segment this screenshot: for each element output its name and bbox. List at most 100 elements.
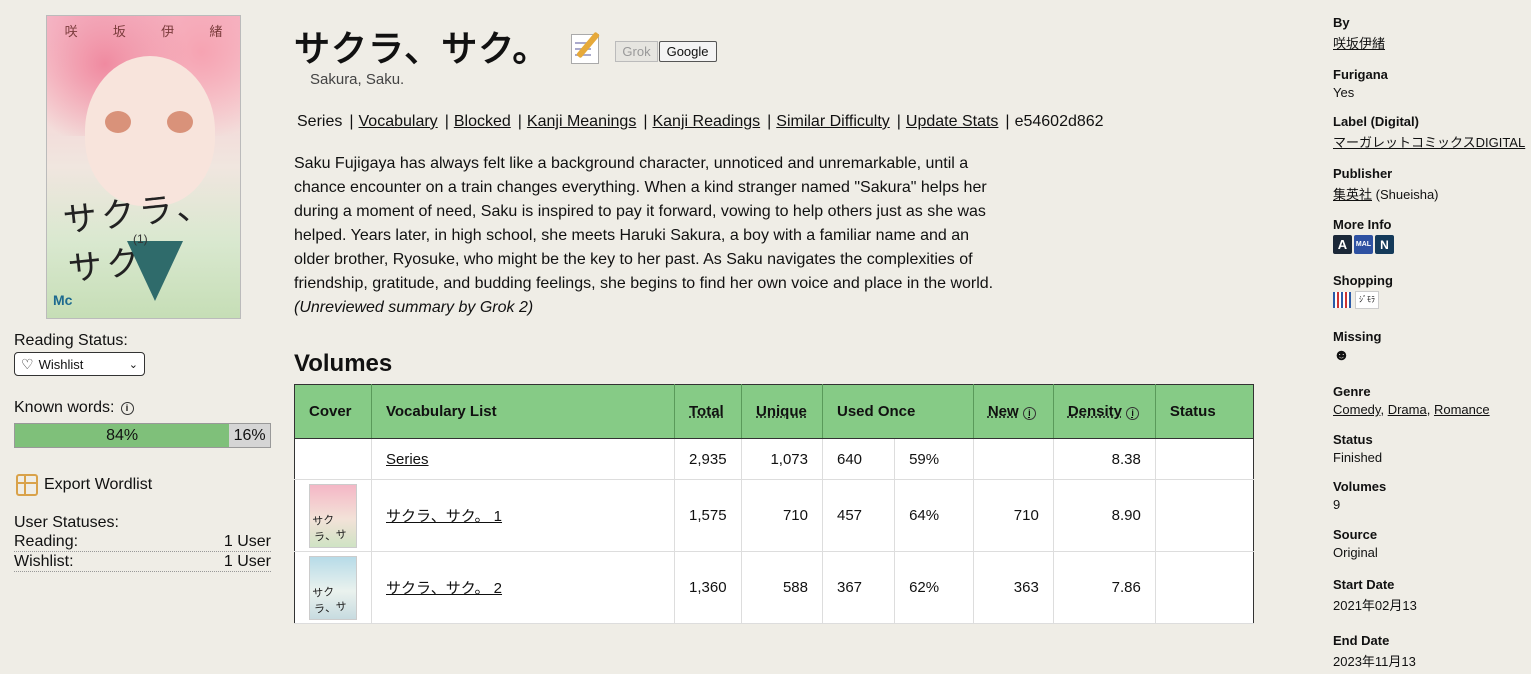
col-total[interactable]: Total [674, 384, 742, 439]
heart-icon: ♡ [21, 355, 34, 372]
volume-cover-thumbnail[interactable]: サクラ、サク。 [309, 483, 357, 548]
export-wordlist-button[interactable]: Export Wordlist [16, 474, 152, 496]
known-words-fill: 84% [15, 424, 230, 447]
info-icon[interactable]: i [1126, 406, 1140, 420]
once-pct-cell: 59% [894, 438, 974, 480]
table-row: サクラ、サク。 サクラ、サク。 1 1,575 710 457 64% 710 … [294, 479, 1254, 552]
grok-button[interactable]: Grok [615, 40, 658, 62]
genre-link[interactable]: Romance [1434, 402, 1490, 417]
known-words-label: Known words: [14, 399, 115, 416]
unique-cell: 588 [741, 551, 823, 624]
info-value: 9 [1333, 497, 1341, 512]
user-statuses: User Statuses: Reading: 1 User Wishlist:… [14, 514, 271, 572]
col-used-once: Used Once [822, 384, 974, 439]
natively-icon[interactable]: N [1375, 235, 1394, 254]
genre-link[interactable]: Comedy [1333, 402, 1380, 417]
info-value: Finished [1333, 450, 1383, 465]
page-title: サクラ、サク。 [294, 28, 550, 69]
info-value: 2023年11月13 [1333, 654, 1416, 669]
store-icon[interactable]: ｼﾞﾓﾗ [1355, 291, 1379, 309]
table-header-row: Cover Vocabulary List Total Unique Used … [294, 384, 1254, 439]
title-row: サクラ、サク。 Grok Google [294, 20, 717, 72]
nav-blocked[interactable]: Blocked [454, 113, 511, 131]
nav-update-stats[interactable]: Update Stats [906, 113, 999, 131]
once-cell: 457 [822, 479, 896, 552]
ghost-icon[interactable]: ☻ [1333, 347, 1351, 365]
info-value: 2021年02月13 [1333, 598, 1417, 613]
status-cell [1155, 438, 1254, 480]
reading-status-value: Wishlist [38, 356, 84, 372]
nav-similar-difficulty[interactable]: Similar Difficulty [776, 113, 890, 131]
user-statuses-label: User Statuses: [14, 514, 119, 531]
publisher-link[interactable]: 集英社 [1333, 187, 1372, 202]
once-pct-cell: 62% [894, 551, 974, 624]
series-cover-image: 咲 坂 伊 緒 サクラ、サク。 (1) Mc [46, 15, 241, 319]
series-hash: e54602d862 [1014, 113, 1104, 130]
col-cover: Cover [294, 384, 372, 439]
anilist-icon[interactable]: A [1333, 235, 1352, 254]
volume-link[interactable]: サクラ、サク。 2 [386, 580, 502, 597]
reading-status-label: Reading Status: [14, 332, 128, 349]
col-unique[interactable]: Unique [741, 384, 823, 439]
info-icon[interactable]: i [1022, 406, 1036, 420]
memo-icon[interactable] [569, 30, 601, 64]
cover-author-char: 坂 [112, 25, 126, 40]
info-label: Publisher [1333, 166, 1393, 181]
volumes-heading: Volumes [294, 350, 393, 377]
volume-cover-thumbnail[interactable]: サクラ、サク。 [309, 555, 357, 620]
summary-text: Saku Fujigaya has always felt like a bac… [294, 155, 994, 292]
summary-note: (Unreviewed summary by Grok 2) [294, 299, 534, 316]
info-by: By 咲坂伊緒 [1333, 15, 1385, 52]
cover-author-char: 咲 [64, 25, 78, 40]
col-vocab-list: Vocabulary List [371, 384, 675, 439]
density-cell: 8.90 [1053, 479, 1156, 552]
myanimelist-icon[interactable]: MAL [1354, 235, 1373, 254]
unique-cell: 1,073 [741, 438, 823, 480]
label-link[interactable]: マーガレットコミックスDIGITAL [1333, 135, 1525, 150]
info-label: Missing [1333, 329, 1382, 344]
nav-current-series: Series [297, 113, 343, 130]
chevron-down-icon: ⌄ [128, 358, 138, 371]
known-words-bar: 84% 16% [14, 423, 271, 448]
vocab-cell: Series [371, 438, 675, 480]
cover-author-char: 伊 [161, 25, 175, 40]
info-status: Status Finished [1333, 432, 1382, 465]
col-new[interactable]: New i [973, 384, 1054, 439]
col-density[interactable]: Density i [1053, 384, 1156, 439]
info-publisher: Publisher 集英社 (Shueisha) [1333, 166, 1439, 203]
info-label: End Date [1333, 633, 1390, 648]
google-button[interactable]: Google [658, 40, 717, 62]
cover-volume-mark: (1) [133, 232, 148, 246]
cover-cell: サクラ、サク。 [294, 479, 372, 552]
nav-kanji-readings[interactable]: Kanji Readings [652, 113, 760, 131]
status-cell [1155, 479, 1254, 552]
author-link[interactable]: 咲坂伊緒 [1333, 36, 1385, 51]
info-label: More Info [1333, 217, 1392, 232]
volume-link[interactable]: サクラ、サク。 1 [386, 508, 502, 525]
info-more-info: More Info A MAL N [1333, 217, 1396, 254]
density-cell: 7.86 [1053, 551, 1156, 624]
info-start-date: Start Date 2021年02月13 [1333, 577, 1417, 614]
info-missing: Missing ☻ [1333, 329, 1381, 365]
romaji-title: Sakura, Saku. [310, 71, 405, 88]
info-genre: Genre Comedy, Drama, Romance [1333, 384, 1490, 417]
cover-cell [294, 438, 372, 480]
reading-status-select[interactable]: ♡ Wishlist ⌄ [14, 352, 145, 376]
info-value: Original [1333, 545, 1378, 560]
bookwalker-icon[interactable] [1333, 292, 1351, 308]
new-cell: 363 [973, 551, 1054, 624]
info-label-digital: Label (Digital) マーガレットコミックスDIGITAL [1333, 114, 1525, 151]
series-link[interactable]: Series [386, 451, 429, 468]
info-label: Volumes [1333, 479, 1387, 494]
once-cell: 640 [822, 438, 896, 480]
genre-link[interactable]: Drama [1388, 402, 1427, 417]
user-status-row: Wishlist: 1 User [14, 552, 271, 572]
series-nav: Series | Vocabulary | Blocked | Kanji Meani… [297, 113, 1104, 131]
cover-author-text: 咲 坂 伊 緒 [47, 21, 240, 40]
nav-vocabulary[interactable]: Vocabulary [359, 113, 438, 131]
info-label: Start Date [1333, 577, 1395, 592]
user-status-row: Reading: 1 User [14, 532, 271, 552]
info-icon[interactable]: i [120, 401, 134, 415]
new-cell: 710 [973, 479, 1054, 552]
nav-kanji-meanings[interactable]: Kanji Meanings [527, 113, 636, 131]
